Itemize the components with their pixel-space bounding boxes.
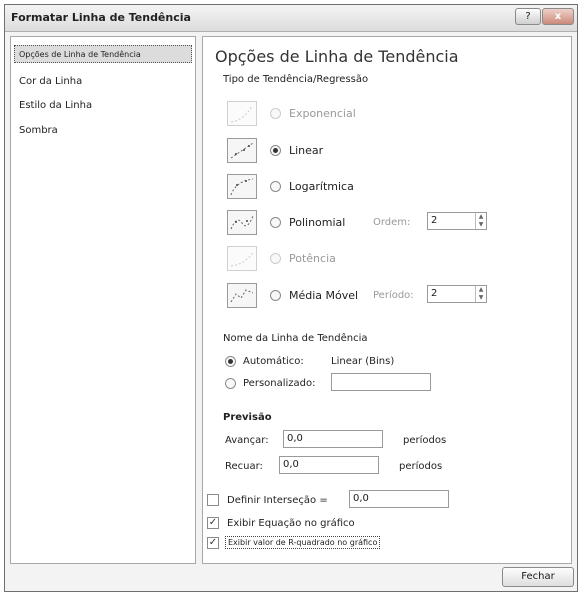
intercept-checkbox[interactable] — [207, 494, 219, 506]
trend-type-label: Tipo de Tendência/Regressão — [223, 74, 369, 85]
forward-unit: períodos — [403, 435, 447, 446]
backward-unit: períodos — [399, 461, 443, 472]
radio-exponential[interactable] — [270, 108, 281, 119]
sidebar-item-trendline-options[interactable]: Opções de Linha de Tendência — [14, 45, 192, 63]
show-r-squared-label: Exibir valor de R-quadrado no gráfico — [225, 536, 381, 549]
close-icon: x — [554, 11, 562, 22]
order-stepper[interactable]: 2 ▲ ▼ — [427, 212, 487, 230]
option-label-moving-average: Média Móvel — [289, 289, 359, 302]
intercept-label: Definir Interseção = — [227, 495, 328, 506]
help-button[interactable]: ? — [515, 8, 541, 25]
option-label-polynomial: Polinomial — [289, 216, 346, 229]
option-label-exponential: Exponencial — [289, 107, 356, 120]
stepper-arrows-icon[interactable]: ▲ ▼ — [475, 213, 486, 229]
radio-power[interactable] — [270, 253, 281, 264]
window-close-button[interactable]: x — [542, 8, 574, 25]
exponential-chart-icon — [227, 101, 257, 126]
sidebar-item-label: Sombra — [19, 125, 58, 136]
sidebar-item-label: Opções de Linha de Tendência — [19, 50, 141, 59]
close-button[interactable]: Fechar — [502, 567, 574, 587]
panel-title: Opções de Linha de Tendência — [215, 47, 459, 66]
show-equation-label: Exibir Equação no gráfico — [227, 518, 355, 529]
stepper-arrows-icon[interactable]: ▲ ▼ — [475, 286, 486, 302]
forward-label: Avançar: — [225, 435, 269, 446]
radio-logarithmic[interactable] — [270, 181, 281, 192]
backward-label: Recuar: — [225, 461, 263, 472]
title-bar: Formatar Linha de Tendência ? x — [5, 5, 577, 32]
order-label: Ordem: — [373, 217, 411, 228]
automatic-name-label: Automático: — [243, 356, 304, 367]
period-stepper[interactable]: 2 ▲ ▼ — [427, 285, 487, 303]
sidebar-item-label: Estilo da Linha — [19, 100, 93, 111]
show-equation-checkbox[interactable]: ✓ — [207, 517, 219, 529]
window-title: Formatar Linha de Tendência — [11, 11, 191, 24]
custom-name-input[interactable] — [331, 373, 431, 391]
sidebar-item-line-color[interactable]: Cor da Linha — [19, 76, 82, 87]
show-r-squared-checkbox[interactable]: ✓ — [207, 537, 219, 549]
sidebar: Opções de Linha de Tendência Cor da Linh… — [10, 36, 196, 564]
help-icon: ? — [525, 11, 531, 22]
period-value: 2 — [431, 288, 438, 299]
options-panel: Opções de Linha de Tendência Tipo de Ten… — [202, 36, 572, 564]
logarithmic-chart-icon — [227, 174, 257, 199]
radio-automatic-name[interactable] — [225, 356, 236, 367]
radio-moving-average[interactable] — [270, 290, 281, 301]
backward-input[interactable]: 0,0 — [279, 456, 379, 474]
intercept-input[interactable]: 0,0 — [349, 490, 449, 508]
order-value: 2 — [431, 215, 438, 226]
linear-chart-icon — [227, 138, 257, 163]
radio-polynomial[interactable] — [270, 217, 281, 228]
power-chart-icon — [227, 246, 257, 271]
moving-average-chart-icon — [227, 283, 257, 308]
option-label-power: Potência — [289, 252, 336, 265]
option-label-linear: Linear — [289, 144, 324, 157]
polynomial-chart-icon — [227, 210, 257, 235]
trendline-name-label: Nome da Linha de Tendência — [223, 333, 368, 344]
sidebar-item-shadow[interactable]: Sombra — [19, 125, 58, 136]
forecast-label: Previsão — [223, 412, 272, 423]
automatic-name-value: Linear (Bins) — [331, 356, 395, 367]
period-label: Período: — [373, 290, 414, 301]
radio-linear[interactable] — [270, 145, 281, 156]
sidebar-item-line-style[interactable]: Estilo da Linha — [19, 100, 92, 111]
custom-name-label: Personalizado: — [243, 378, 316, 389]
forward-input[interactable]: 0,0 — [283, 430, 383, 448]
option-label-logarithmic: Logarítmica — [289, 180, 354, 193]
radio-custom-name[interactable] — [225, 378, 236, 389]
sidebar-item-label: Cor da Linha — [19, 76, 83, 87]
